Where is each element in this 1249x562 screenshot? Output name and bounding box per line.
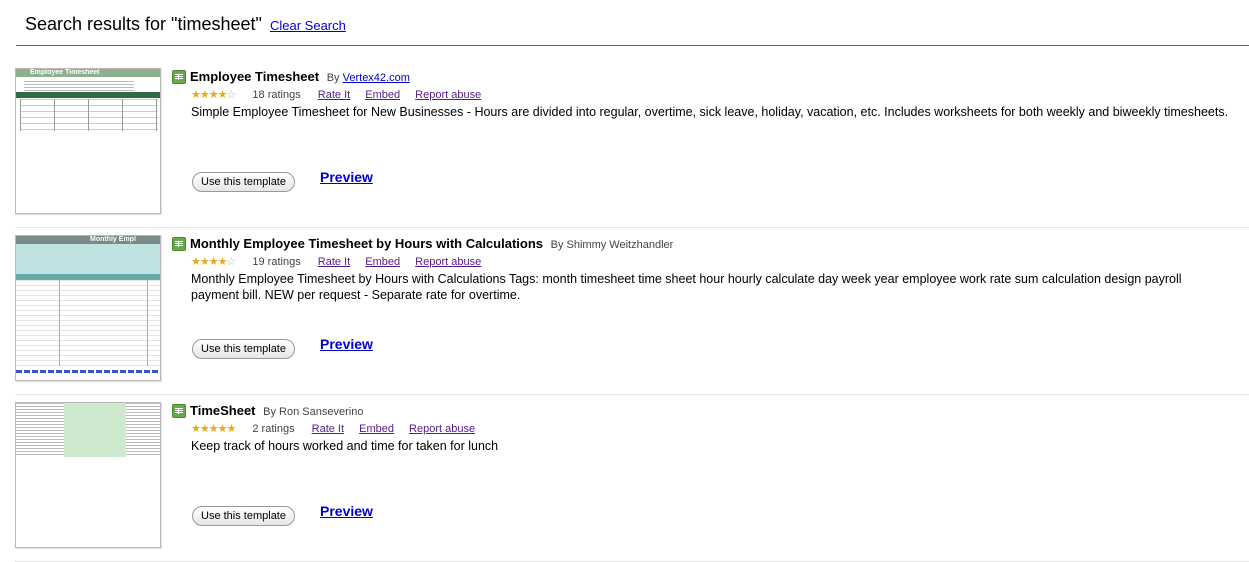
ratings-count: 2 ratings xyxy=(252,423,295,435)
result-meta: ★★★★☆ 19 ratings Rate It Embed Report ab… xyxy=(191,255,481,268)
result-description: Simple Employee Timesheet for New Busine… xyxy=(191,105,1229,119)
author-name: Ron Sanseverino xyxy=(279,406,364,418)
result-description: Keep track of hours worked and time for … xyxy=(191,439,499,453)
result-meta: ★★★★☆ 18 ratings Rate It Embed Report ab… xyxy=(191,88,481,101)
search-results-title: Search results for "timesheet" xyxy=(25,14,262,34)
spreadsheet-icon xyxy=(172,404,186,418)
use-template-button[interactable]: Use this template xyxy=(192,506,295,526)
rate-it-link[interactable]: Rate It xyxy=(318,256,350,268)
embed-link[interactable]: Embed xyxy=(365,89,400,101)
report-abuse-link[interactable]: Report abuse xyxy=(415,89,481,101)
result-byline: By Ron Sanseverino xyxy=(263,406,363,418)
result-title[interactable]: Monthly Employee Timesheet by Hours with… xyxy=(190,236,543,251)
by-label: By xyxy=(326,72,340,84)
clear-search-link[interactable]: Clear Search xyxy=(270,18,346,33)
preview-link[interactable]: Preview xyxy=(320,503,373,519)
author-name: Shimmy Weitzhandler xyxy=(566,239,674,251)
result-meta: ★★★★★ 2 ratings Rate It Embed Report abu… xyxy=(191,422,475,435)
thumbnail-heading: Employee Timesheet xyxy=(30,69,100,76)
embed-link[interactable]: Embed xyxy=(359,423,394,435)
preview-link[interactable]: Preview xyxy=(320,336,373,352)
result-title[interactable]: TimeSheet xyxy=(190,403,256,418)
report-abuse-link[interactable]: Report abuse xyxy=(415,256,481,268)
embed-link[interactable]: Embed xyxy=(365,256,400,268)
thumbnail-title-bar xyxy=(16,236,160,244)
thumbnail-rows xyxy=(16,280,160,366)
template-thumbnail[interactable]: Employee Timesheet xyxy=(15,68,161,214)
template-thumbnail[interactable] xyxy=(15,402,161,548)
author-link[interactable]: Vertex42.com xyxy=(343,72,410,84)
thumbnail-lines xyxy=(24,81,134,91)
by-label: By xyxy=(550,239,564,251)
result-byline: By Vertex42.com xyxy=(327,72,410,84)
thumbnail-heading: Monthly Empl xyxy=(90,236,136,243)
result-title-line: TimeSheet By Ron Sanseverino xyxy=(190,403,363,418)
ratings-count: 18 ratings xyxy=(252,89,301,101)
result-title-line: Employee Timesheet By Vertex42.com xyxy=(190,69,410,84)
thumbnail-band xyxy=(16,92,160,98)
search-header: Search results for "timesheet" Clear Sea… xyxy=(16,0,1249,46)
thumbnail-grid xyxy=(20,99,158,131)
rate-it-link[interactable]: Rate It xyxy=(312,423,344,435)
result-item: TimeSheet By Ron Sanseverino ★★★★★ 2 rat… xyxy=(15,402,1249,562)
result-description: Monthly Employee Timesheet by Hours with… xyxy=(191,272,1182,302)
result-byline: By Shimmy Weitzhandler xyxy=(551,239,674,251)
result-title[interactable]: Employee Timesheet xyxy=(190,69,319,84)
spreadsheet-icon xyxy=(172,237,186,251)
result-item: Monthly Empl Monthly Employee Timesheet … xyxy=(15,235,1249,395)
thumbnail-band xyxy=(16,244,160,274)
result-item: Employee Timesheet Employee Timesheet By… xyxy=(15,68,1249,228)
use-template-button[interactable]: Use this template xyxy=(192,339,295,359)
report-abuse-link[interactable]: Report abuse xyxy=(409,423,475,435)
star-rating[interactable]: ★★★★★ xyxy=(191,423,236,435)
star-rating[interactable]: ★★★★☆ xyxy=(191,89,236,101)
result-title-line: Monthly Employee Timesheet by Hours with… xyxy=(190,236,673,251)
thumbnail-grid xyxy=(16,403,160,457)
star-rating[interactable]: ★★★★☆ xyxy=(191,256,236,268)
spreadsheet-icon xyxy=(172,70,186,84)
template-thumbnail[interactable]: Monthly Empl xyxy=(15,235,161,381)
by-label: By xyxy=(263,406,276,418)
use-template-button[interactable]: Use this template xyxy=(192,172,295,192)
ratings-count: 19 ratings xyxy=(252,256,301,268)
rate-it-link[interactable]: Rate It xyxy=(318,89,350,101)
thumbnail-footer xyxy=(16,370,160,373)
preview-link[interactable]: Preview xyxy=(320,169,373,185)
